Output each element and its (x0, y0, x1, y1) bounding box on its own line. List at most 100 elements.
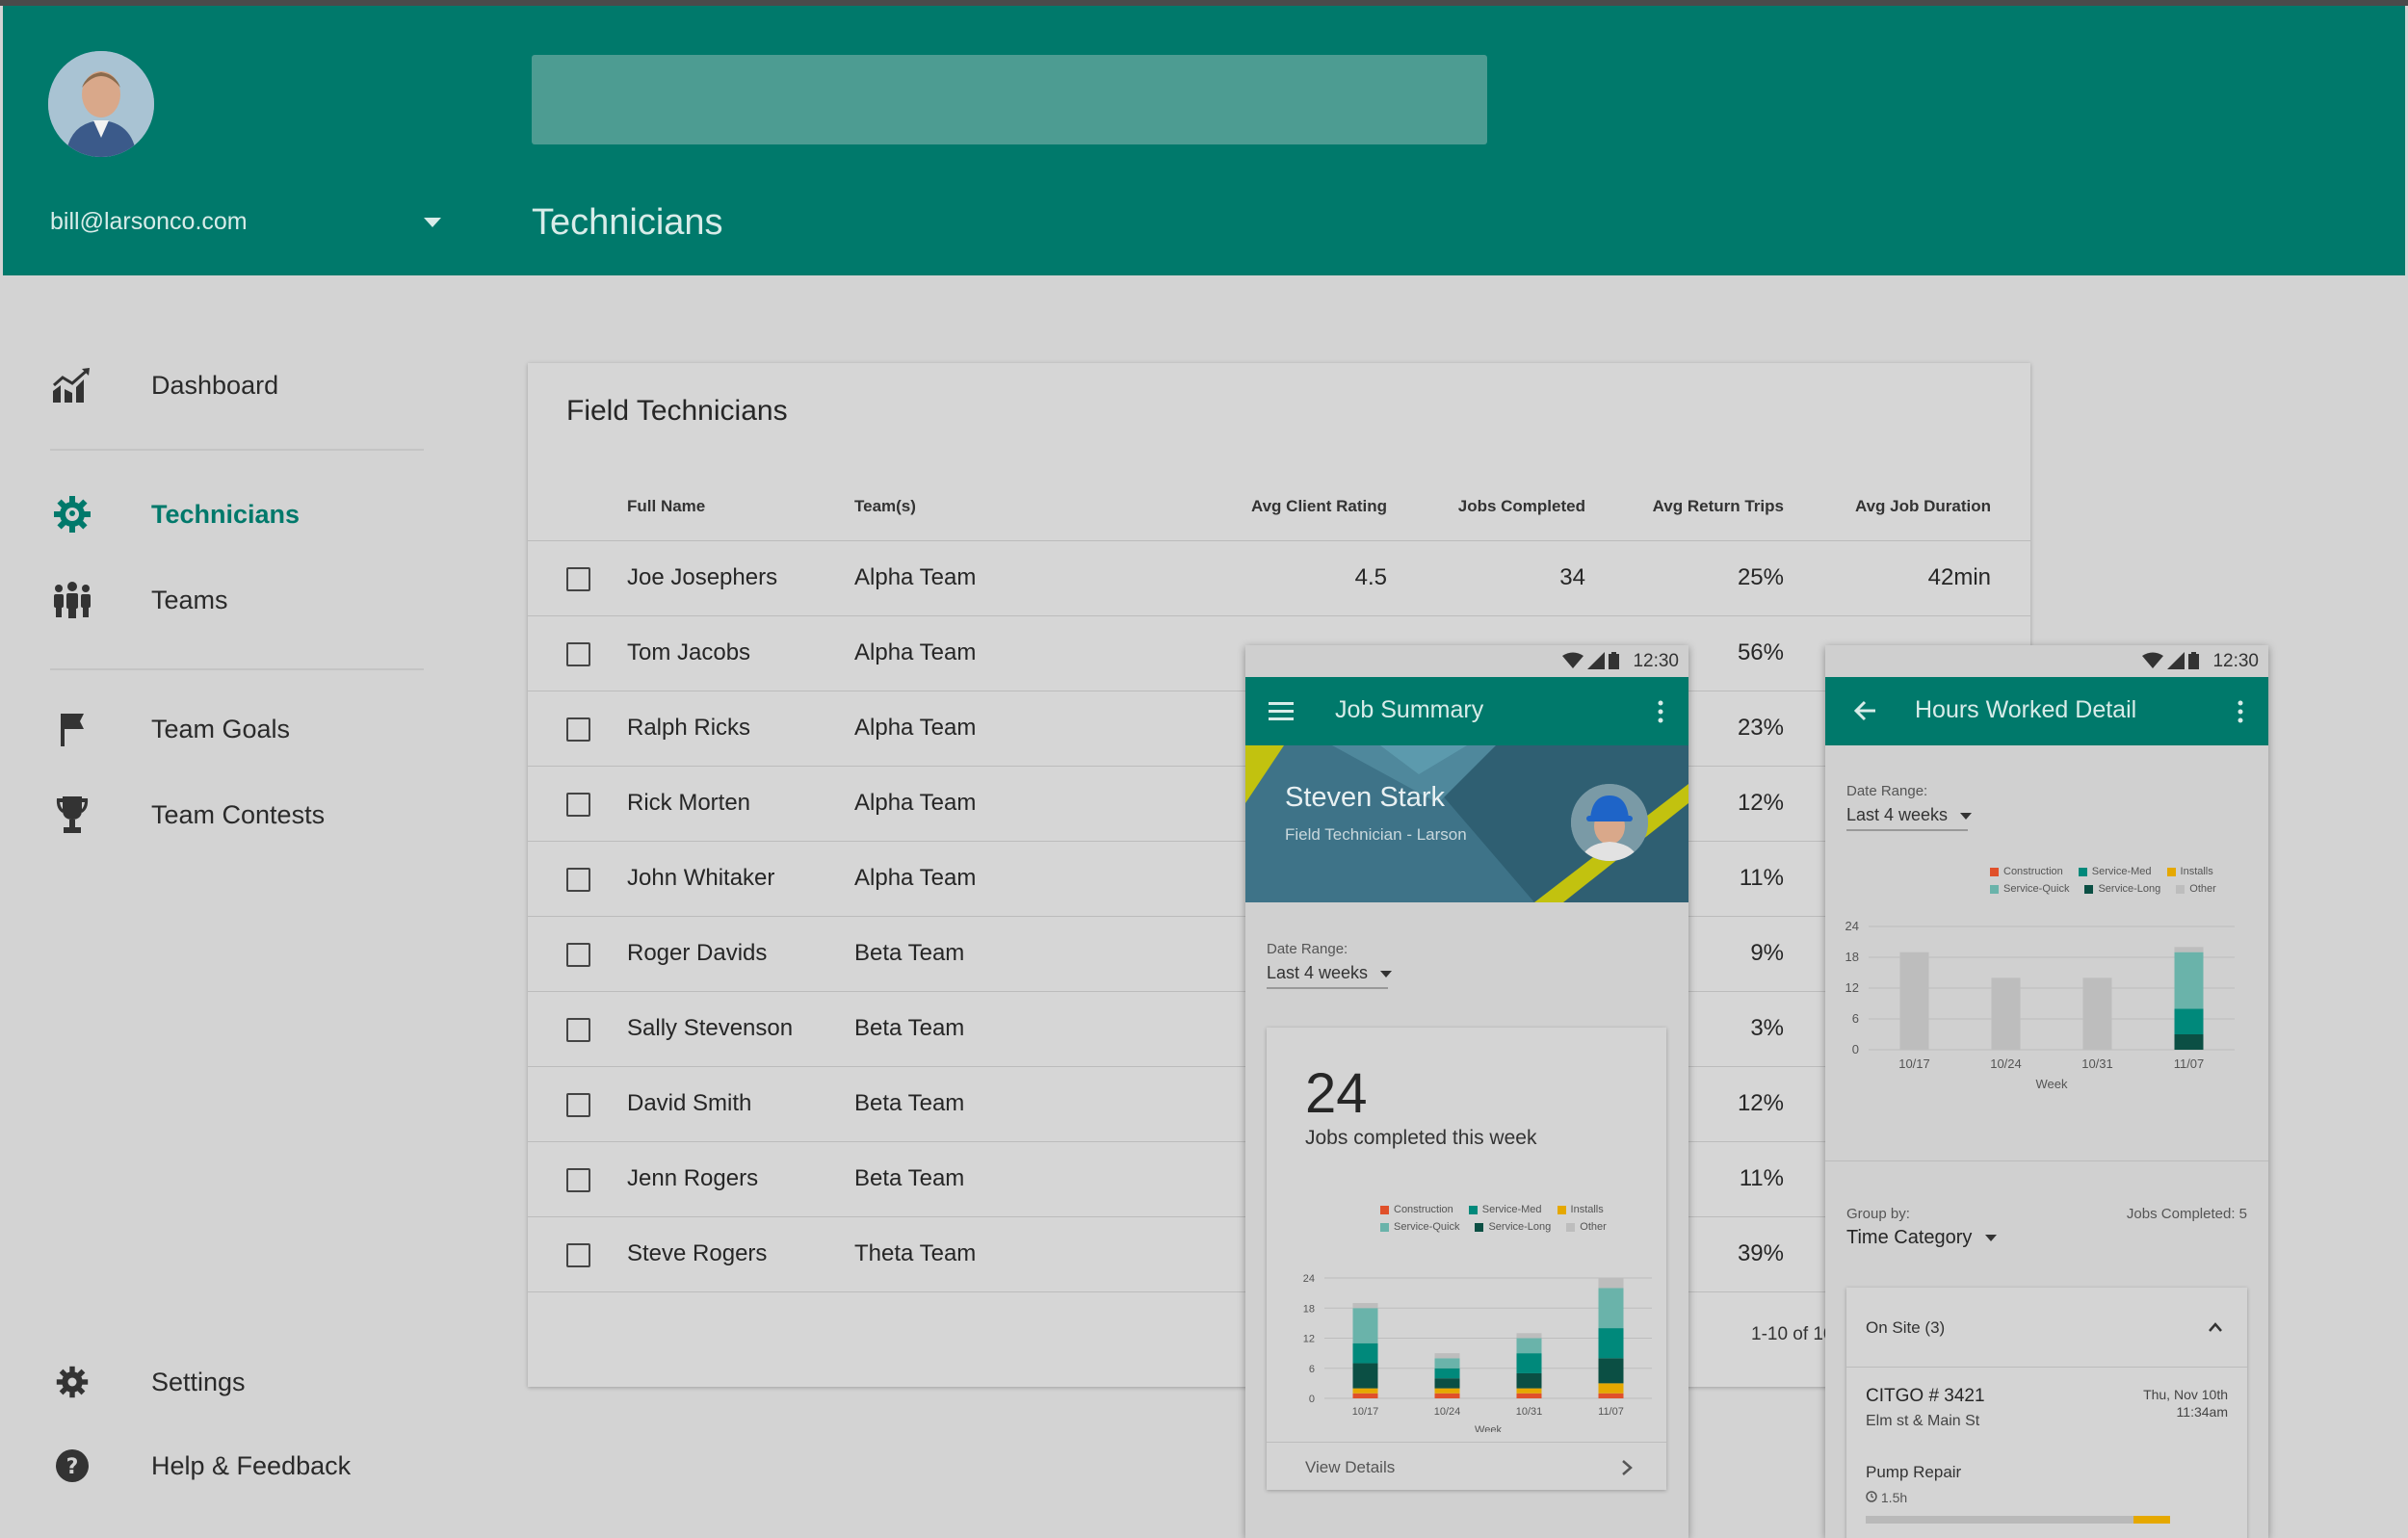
legend-item: Service-Long (1475, 1221, 1551, 1233)
account-dropdown-icon[interactable] (424, 218, 441, 227)
cell-team: Alpha Team (854, 865, 977, 891)
row-checkbox[interactable] (566, 1018, 590, 1042)
menu-icon[interactable] (1269, 700, 1294, 721)
task-progress-track (1866, 1516, 2170, 1524)
column-header-avg-return-trips[interactable]: Avg Return Trips (1610, 497, 1784, 516)
chevron-up-icon[interactable] (2208, 1321, 2223, 1333)
y-tick-label: 24 (1303, 1273, 1315, 1285)
trophy-icon (48, 791, 96, 839)
legend-item: Service-Quick (1380, 1221, 1459, 1233)
sidebar-item-team-contests[interactable]: Team Contests (48, 786, 325, 844)
x-axis-label: Week (1475, 1424, 1502, 1432)
row-checkbox[interactable] (566, 1093, 590, 1117)
people-group-icon (48, 576, 96, 624)
cell-jobs-completed: 34 (1559, 564, 1585, 590)
view-details-link[interactable]: View Details (1305, 1458, 1395, 1477)
status-icons (2142, 652, 2199, 669)
status-icons (1562, 652, 1619, 669)
status-time: 12:30 (2212, 651, 2259, 671)
jobs-summary-card: 24 Jobs completed this week Construction… (1267, 1028, 1666, 1490)
row-checkbox[interactable] (566, 642, 590, 666)
cell-full-name: David Smith (627, 1090, 752, 1116)
bar-segment-other (1899, 951, 1929, 1050)
search-input[interactable] (532, 55, 1487, 144)
x-tick-label: 10/24 (1990, 1056, 2022, 1071)
sidebar-item-settings[interactable]: Settings (48, 1353, 246, 1411)
bar-segment-other (1991, 978, 2021, 1050)
bar-segment-service-med (1352, 1342, 1378, 1364)
date-range-dropdown[interactable]: Last 4 weeks (1846, 805, 1973, 831)
bar-segment-service-med (1434, 1368, 1460, 1379)
group-by-dropdown[interactable]: Time Category (1846, 1227, 1997, 1249)
row-checkbox[interactable] (566, 868, 590, 892)
cell-full-name: John Whitaker (627, 865, 775, 891)
chevron-right-icon[interactable] (1621, 1459, 1633, 1476)
chart-legend: Construction Service-Med Installs Service-… (1380, 1204, 1622, 1233)
cell-team: Alpha Team (854, 639, 977, 665)
sidebar-item-label: Settings (151, 1367, 246, 1396)
cell-team: Beta Team (854, 1090, 965, 1116)
more-vert-icon[interactable] (1657, 700, 1664, 723)
legend-item: Other (1566, 1221, 1607, 1233)
wifi-icon (1562, 652, 1584, 668)
jobs-count: 24 (1305, 1062, 1368, 1125)
x-tick-label: 10/31 (1516, 1406, 1543, 1418)
row-checkbox[interactable] (566, 1168, 590, 1192)
table-row[interactable]: Joe Josephers Alpha Team 4.5 34 25% 42min (528, 540, 2030, 615)
task-duration: 1.5h (1880, 1490, 1908, 1505)
column-header-teams[interactable]: Team(s) (854, 497, 916, 516)
job-summary-phone: 12:30 Job Summary Steven Stark Field Tec… (1245, 645, 1688, 1538)
tech-name: Steven Stark (1285, 782, 1446, 813)
sidebar-divider (50, 449, 424, 451)
battery-icon (1609, 652, 1619, 669)
column-header-avg-client-rating[interactable]: Avg Client Rating (1214, 497, 1387, 516)
column-header-avg-job-duration[interactable]: Avg Job Duration (1818, 497, 1991, 516)
group-by-value: Time Category (1846, 1227, 1973, 1248)
card-divider (1267, 1442, 1666, 1443)
cell-team: Beta Team (854, 1015, 965, 1041)
cell-team: Theta Team (854, 1240, 977, 1266)
more-vert-icon[interactable] (2237, 700, 2244, 723)
sidebar-item-team-goals[interactable]: Team Goals (48, 700, 290, 758)
row-checkbox[interactable] (566, 943, 590, 967)
bar-segment-service-long (1352, 1363, 1378, 1389)
x-tick-label: 11/07 (2174, 1056, 2205, 1071)
sidebar-item-dashboard[interactable]: Dashboard (48, 356, 278, 414)
x-tick-label: 10/17 (1898, 1056, 1930, 1071)
bar-segment-construction (1434, 1393, 1460, 1398)
pagination-label: 1-10 of 10 (1751, 1324, 1834, 1344)
date-range-value: Last 4 weeks (1846, 805, 1949, 824)
status-time: 12:30 (1633, 651, 1679, 671)
cell-full-name: Rick Morten (627, 790, 751, 816)
row-checkbox[interactable] (566, 567, 590, 591)
bar-segment-other (2174, 947, 2204, 952)
sidebar-item-label: Team Goals (151, 714, 291, 743)
section-title[interactable]: On Site (3) (1866, 1318, 1945, 1338)
date-range-dropdown[interactable]: Last 4 weeks (1267, 963, 1393, 989)
sidebar-item-teams[interactable]: Teams (48, 571, 228, 629)
legend-item: Installs (1557, 1204, 1604, 1215)
row-checkbox[interactable] (566, 793, 590, 817)
sidebar-item-technicians[interactable]: Technicians (48, 485, 300, 543)
row-checkbox[interactable] (566, 717, 590, 742)
bar-segment-service-med (1516, 1353, 1542, 1373)
back-arrow-icon[interactable] (1854, 700, 1877, 721)
sidebar-item-label: Technicians (151, 499, 301, 529)
x-tick-label: 10/24 (1434, 1406, 1461, 1418)
cell-full-name: Steve Rogers (627, 1240, 768, 1266)
y-tick-label: 6 (1309, 1364, 1315, 1375)
column-header-jobs-completed[interactable]: Jobs Completed (1412, 497, 1585, 516)
group-by-label: Group by: (1846, 1206, 1910, 1222)
sidebar-item-help-feedback[interactable]: ? Help & Feedback (48, 1437, 351, 1495)
avatar[interactable] (48, 51, 154, 157)
status-bar: 12:30 (1245, 645, 1688, 677)
bar-segment-other (1516, 1333, 1542, 1339)
column-header-full-name[interactable]: Full Name (627, 497, 705, 516)
cell-full-name: Sally Stevenson (627, 1015, 794, 1041)
job-date: Thu, Nov 10th (2143, 1387, 2228, 1402)
job-title[interactable]: CITGO # 3421 (1866, 1386, 1985, 1407)
y-tick-label: 0 (1309, 1394, 1315, 1405)
row-checkbox[interactable] (566, 1243, 590, 1267)
y-tick-label: 12 (1845, 980, 1859, 995)
account-email[interactable]: bill@larsonco.com (50, 208, 248, 236)
